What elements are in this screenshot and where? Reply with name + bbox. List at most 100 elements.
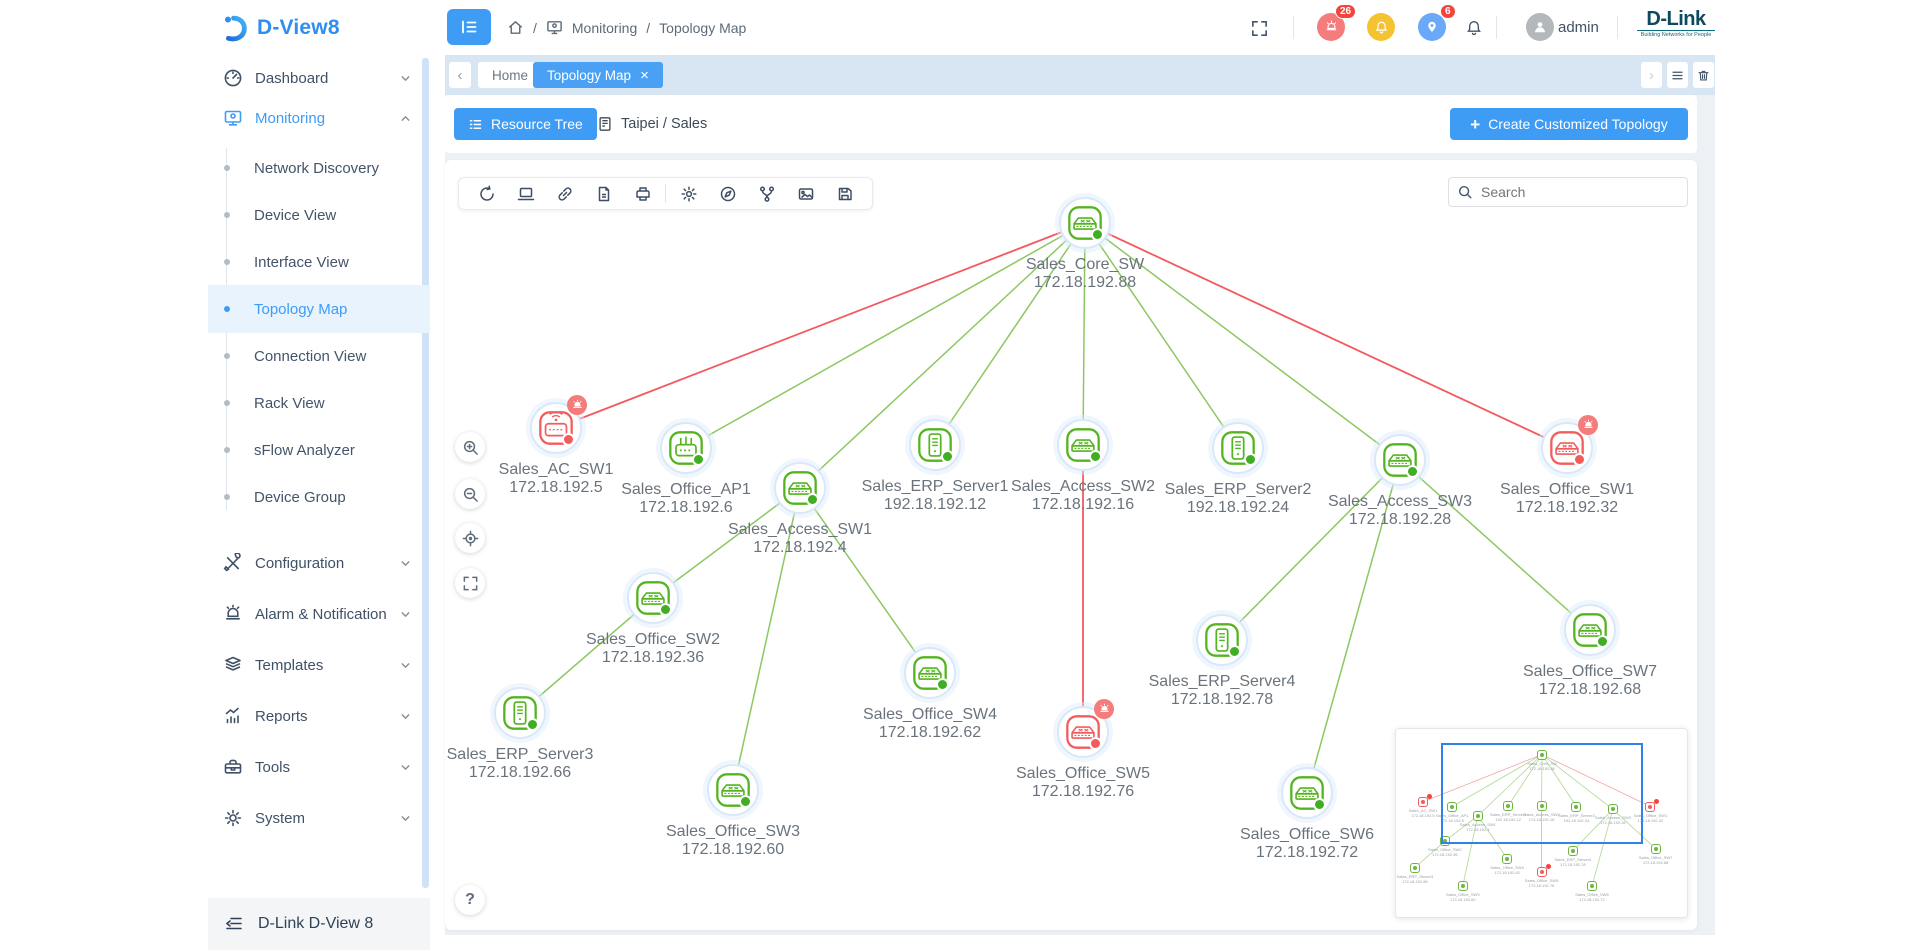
fit-to-screen-button[interactable] <box>455 568 485 598</box>
dview8-app: D-View8 Dashboard Monitoring Network Dis… <box>0 0 1920 950</box>
dview-logo-icon <box>220 13 250 43</box>
locate-button[interactable] <box>455 523 485 553</box>
topology-header-bar: Resource Tree Taipei / Sales + Create Cu… <box>445 95 1697 153</box>
resource-tree-button[interactable]: Resource Tree <box>454 108 597 140</box>
sidebar-footer[interactable]: D-Link D-View 8 <box>208 898 430 950</box>
status-dot <box>659 603 672 616</box>
minimap[interactable]: Sales_Core_SW172.18.192.88 Sales_AC_SW11… <box>1395 728 1688 918</box>
device-icon <box>774 462 826 514</box>
dashboard-icon <box>223 68 243 88</box>
tab-label: Topology Map <box>547 68 631 83</box>
save-icon[interactable] <box>825 178 864 209</box>
sidebar-item-device-group[interactable]: Device Group <box>208 473 430 521</box>
node-ip: 172.18.192.36 <box>553 649 753 667</box>
tab-topology-map[interactable]: Topology Map × <box>533 62 663 88</box>
dlink-logo-text: D-Link <box>1637 9 1715 30</box>
sidebar-item-device-view[interactable]: Device View <box>208 191 430 239</box>
node-name: Sales_Office_SW7 <box>1490 663 1690 681</box>
search-input[interactable] <box>1448 177 1688 207</box>
sidebar-item-connection-view[interactable]: Connection View <box>208 332 430 380</box>
node-label: Sales_Office_SW2172.18.192.36 <box>553 631 753 666</box>
sidebar-item-templates[interactable]: Templates <box>208 647 430 683</box>
settings-gear-icon[interactable] <box>669 178 708 209</box>
monitoring-breadcrumb-icon <box>546 19 563 36</box>
topology-canvas[interactable]: Sales_Core_SW172.18.192.88 Sales_AC_SW11… <box>445 160 1697 930</box>
notification-bell-icon[interactable] <box>1460 14 1488 42</box>
sidebar-subitem-label: Network Discovery <box>254 160 379 177</box>
breadcrumb-section[interactable]: Monitoring <box>572 20 637 36</box>
device-icon <box>1374 434 1426 486</box>
menu-unfold-button[interactable] <box>447 9 491 45</box>
location-path: Taipei / Sales <box>621 116 707 132</box>
warning-bell-icon[interactable] <box>1367 13 1395 41</box>
status-dot <box>806 493 819 506</box>
chevron-down-icon <box>399 659 412 672</box>
tab-list-button[interactable] <box>1667 62 1688 88</box>
node-label: Sales_Office_SW1172.18.192.32 <box>1467 481 1667 516</box>
sidebar-item-label: Reports <box>255 708 399 725</box>
templates-icon <box>223 655 243 675</box>
node-label: Sales_Office_AP1172.18.192.6 <box>586 481 786 516</box>
node-name: Sales_ERP_Server4 <box>1122 673 1322 691</box>
toolbar-divider <box>665 184 666 203</box>
node-name: Sales_Office_SW4 <box>830 706 1030 724</box>
print-icon[interactable] <box>623 178 662 209</box>
image-icon[interactable] <box>786 178 825 209</box>
minimap-viewport[interactable] <box>1441 743 1643 844</box>
zoom-out-button[interactable] <box>455 479 485 509</box>
home-icon[interactable] <box>507 19 524 36</box>
username[interactable]: admin <box>1558 0 1599 55</box>
topology-branch-icon[interactable] <box>747 178 786 209</box>
status-dot <box>1244 453 1257 466</box>
alarm-count-badge: 26 <box>1335 4 1356 19</box>
node-ip: 172.18.192.66 <box>445 764 620 782</box>
create-customized-topology-button[interactable]: + Create Customized Topology <box>1450 108 1688 140</box>
chevron-down-icon <box>399 761 412 774</box>
sidebar-item-rack-view[interactable]: Rack View <box>208 379 430 427</box>
chevron-down-icon <box>399 557 412 570</box>
close-icon[interactable]: × <box>640 68 649 83</box>
app-logo-text: D-View8 <box>257 16 340 40</box>
sidebar-item-system[interactable]: System <box>208 800 430 836</box>
sidebar-item-monitoring[interactable]: Monitoring <box>208 100 430 136</box>
close-all-tabs-trash-button[interactable] <box>1693 62 1714 88</box>
sidebar-item-topology-map[interactable]: Topology Map <box>208 285 430 333</box>
link-icon[interactable] <box>545 178 584 209</box>
sidebar-item-configuration[interactable]: Configuration <box>208 545 430 581</box>
topology-location-breadcrumb[interactable]: Taipei / Sales <box>597 108 707 140</box>
sidebar-item-alarm-notification[interactable]: Alarm & Notification <box>208 596 430 632</box>
sidebar-item-label: Tools <box>255 759 399 776</box>
monitoring-icon <box>223 108 243 128</box>
sidebar-item-reports[interactable]: Reports <box>208 698 430 734</box>
sidebar-item-sflow-analyzer[interactable]: sFlow Analyzer <box>208 426 430 474</box>
chevron-down-icon <box>399 608 412 621</box>
fullscreen-icon[interactable] <box>1245 14 1273 42</box>
refresh-icon[interactable] <box>467 178 506 209</box>
tab-scroll-right-button[interactable]: › <box>1641 62 1662 88</box>
device-icon <box>1281 767 1333 819</box>
help-button[interactable]: ? <box>455 885 485 915</box>
node-label: Sales_Core_SW172.18.192.88 <box>985 256 1185 291</box>
bullet-icon <box>224 400 230 406</box>
export-file-icon[interactable] <box>584 178 623 209</box>
node-ip: 172.18.192.6 <box>586 499 786 517</box>
status-dot <box>1406 465 1419 478</box>
device-view-icon[interactable] <box>506 178 545 209</box>
topbar: / Monitoring / Topology Map 26 6 admin D… <box>445 0 1715 55</box>
sidebar-item-dashboard[interactable]: Dashboard <box>208 60 430 96</box>
sidebar-item-interface-view[interactable]: Interface View <box>208 238 430 286</box>
zoom-in-button[interactable] <box>455 432 485 462</box>
tab-scroll-left-button[interactable]: ‹ <box>449 62 471 88</box>
avatar[interactable] <box>1526 13 1554 41</box>
compass-icon[interactable] <box>708 178 747 209</box>
node-ip: 172.18.192.68 <box>1490 681 1690 699</box>
sidebar-subitem-label: sFlow Analyzer <box>254 442 355 459</box>
collapse-menu-icon <box>224 914 244 934</box>
device-icon <box>530 402 582 454</box>
sidebar-item-network-discovery[interactable]: Network Discovery <box>208 144 430 192</box>
device-icon <box>904 647 956 699</box>
node-ip: 172.18.192.72 <box>1207 844 1407 862</box>
sidebar-item-tools[interactable]: Tools <box>208 749 430 785</box>
breadcrumb-page[interactable]: Topology Map <box>659 20 746 36</box>
topology-toolbar <box>458 177 873 210</box>
